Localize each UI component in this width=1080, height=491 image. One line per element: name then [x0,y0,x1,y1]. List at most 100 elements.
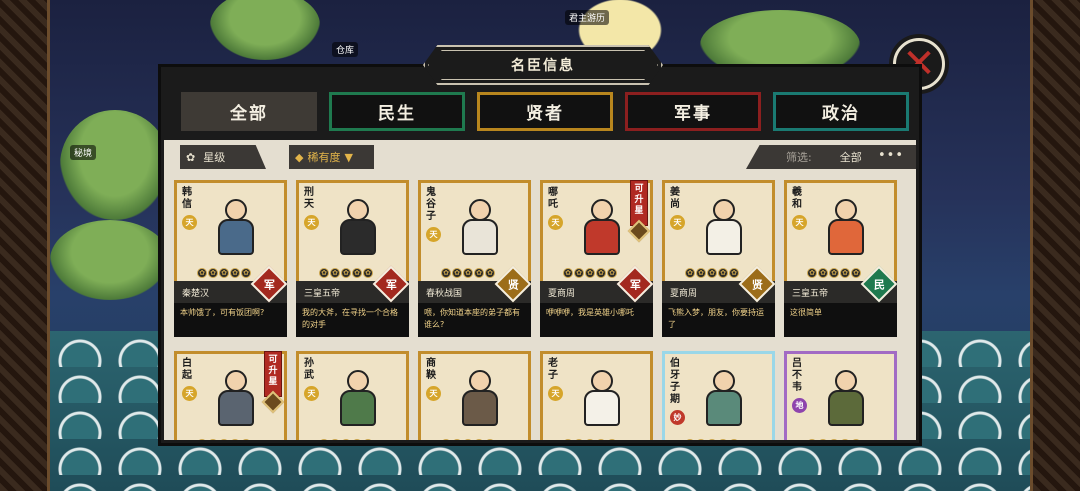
minister-card[interactable]: 商鞅天✿✿✿✿✿ [418,351,531,440]
star-icon: ✿ [485,268,495,278]
minister-card[interactable]: 哪吒天 ✿ ✿ ✿ ✿ ✿ 夏商周军咿咿咿，我是英雄小哪吒 可升星 [540,180,654,337]
star-icon: ✿ [718,439,728,440]
minister-name: 鬼谷子 [426,187,436,222]
minister-card[interactable]: 老子天✿✿✿✿✿ [540,351,653,440]
rank-badge: 地 [792,398,807,413]
minister-card[interactable]: 孙武天 ✿✿✿✿✿ [296,351,409,440]
rank-badge: 妙 [670,410,685,425]
minister-card[interactable]: 羲和天 ✿ ✿ ✿ ✿ ✿ 三皇五帝民这很简单 [784,180,898,337]
minister-card[interactable]: 伯牙子期妙 ✿✿✿✿✿ [662,351,775,440]
tab-all[interactable]: 全部 [181,92,317,131]
star-icon: ✿ [563,439,573,440]
star-icon: ✿ [807,268,817,278]
map-label-warehouse[interactable]: 仓库 [332,42,359,57]
star-icon: ✿ [341,439,351,440]
minister-card[interactable]: 韩信天 ✿ ✿ ✿ ✿ ✿ 秦楚汉军本帅饿了，可有饭团啊? [174,180,288,337]
tab-politics[interactable]: 政治 [773,92,909,131]
minister-card-grid: 韩信天 ✿ ✿ ✿ ✿ ✿ 秦楚汉军本帅饿了，可有饭团啊? 刑天天 ✿ ✿ ✿ ✿ ✿ 三皇五帝军我的大斧… [174,180,898,440]
minister-list-panel[interactable]: ✿ 星级 ◆ 稀有度 ▼ 筛选: 全部 ••• 韩信天 ✿ ✿ ✿ ✿ ✿ 秦楚汉军本帅饿了… [164,140,916,440]
rank-badge: 天 [548,215,563,230]
star-rating: ✿✿✿✿✿ [685,268,739,278]
star-icon: ✿ [319,268,329,278]
star-icon: ✿ [352,439,362,440]
portrait-head [713,370,735,392]
star-icon: ✿ [241,439,251,440]
map-island-top[interactable] [210,0,320,60]
filter-label: 筛选: [786,151,812,164]
map-label-secret[interactable]: 秘境 [70,145,97,160]
minister-card[interactable]: 刑天天 ✿ ✿ ✿ ✿ ✿ 三皇五帝军我的大斧，在寻找一个合格的对手 [296,180,410,337]
minister-name: 伯牙子期 [670,358,680,405]
star-icon: ✿ [363,268,373,278]
minister-card[interactable]: 白起天✿✿✿✿✿可升星 [174,351,287,440]
type-label: 民 [873,278,885,291]
star-icon: ✿ [197,439,207,440]
category-tabs: 全部 民生 贤者 军事 政治 [181,92,909,131]
type-label: 军 [385,278,397,291]
star-icon: ✿ [330,268,340,278]
star-rating: ✿✿✿✿✿ [197,439,251,440]
star-icon: ✿ [241,268,251,278]
tab-sage[interactable]: 贤者 [477,92,613,131]
minister-portrait [201,191,271,261]
star-icon: ✿ [729,268,739,278]
minister-name: 羲和 [792,187,802,210]
star-icon: ✿ [441,268,451,278]
minister-card[interactable]: 吕不韦地✿✿✿✿✿ [784,351,897,440]
star-icon: ✿ [474,268,484,278]
star-icon: ✿ [707,439,717,440]
minister-quote: 咿咿咿，我是英雄小哪吒 [540,303,653,337]
star-rating: ✿✿✿✿✿ [319,268,373,278]
star-icon: ✿ [829,268,839,278]
portrait-body [706,219,742,255]
portrait-body [340,390,376,426]
portrait-body [706,390,742,426]
rarity-sort-button[interactable]: ◆ 稀有度 ▼ [289,145,374,169]
star-icon: ✿ [851,268,861,278]
minister-name: 老子 [548,358,558,381]
minister-portrait [445,362,515,432]
tab-livelihood[interactable]: 民生 [329,92,465,131]
portrait-body [340,219,376,255]
flower-icon: ✿ [186,150,196,164]
tab-military[interactable]: 军事 [625,92,761,131]
star-icon: ✿ [707,268,717,278]
minister-quote: 本帅饿了，可有饭团啊? [174,303,287,337]
minister-card[interactable]: 姜尚天 ✿ ✿ ✿ ✿ ✿ 夏商周贤飞熊入梦，朋友，你要持运了 [662,180,776,337]
star-sort-button[interactable]: ✿ 星级 [180,145,266,169]
minister-portrait [323,191,393,261]
map-island-left[interactable] [60,110,170,220]
star-rating: ✿✿✿✿✿ [319,439,373,440]
type-label: 军 [629,278,641,291]
star-icon: ✿ [463,439,473,440]
star-icon: ✿ [230,439,240,440]
type-label: 军 [263,278,275,291]
rank-badge: 天 [304,386,319,401]
star-icon: ✿ [485,439,495,440]
star-icon: ✿ [685,268,695,278]
rank-badge: 天 [182,386,197,401]
rarity-sort-label: 稀有度 [307,151,341,164]
more-options-icon[interactable]: ••• [878,148,904,163]
star-icon: ✿ [829,439,839,440]
minister-name: 姜尚 [670,187,680,210]
minister-name: 孙武 [304,358,314,381]
portrait-body [584,390,620,426]
rank-badge: 天 [304,215,319,230]
star-icon: ✿ [818,268,828,278]
star-icon: ✿ [696,268,706,278]
type-label: 贤 [507,278,519,291]
star-rating: ✿✿✿✿✿ [685,439,739,440]
star-icon: ✿ [607,268,617,278]
minister-name: 吕不韦 [792,358,802,393]
star-icon: ✿ [452,268,462,278]
map-island-bottom-left[interactable] [50,220,170,300]
filter-value: 全部 [839,151,862,164]
portrait-head [713,199,735,221]
minister-card[interactable]: 鬼谷子天 ✿ ✿ ✿ ✿ ✿ 春秋战国贤喂，你知道本座的弟子都有谁么? [418,180,532,337]
filter-dropdown[interactable]: 筛选: 全部 ••• [746,145,916,169]
portrait-head [469,370,491,392]
star-icon: ✿ [585,439,595,440]
star-icon: ✿ [319,439,329,440]
map-label-tour[interactable]: 君主游历 [565,10,610,25]
